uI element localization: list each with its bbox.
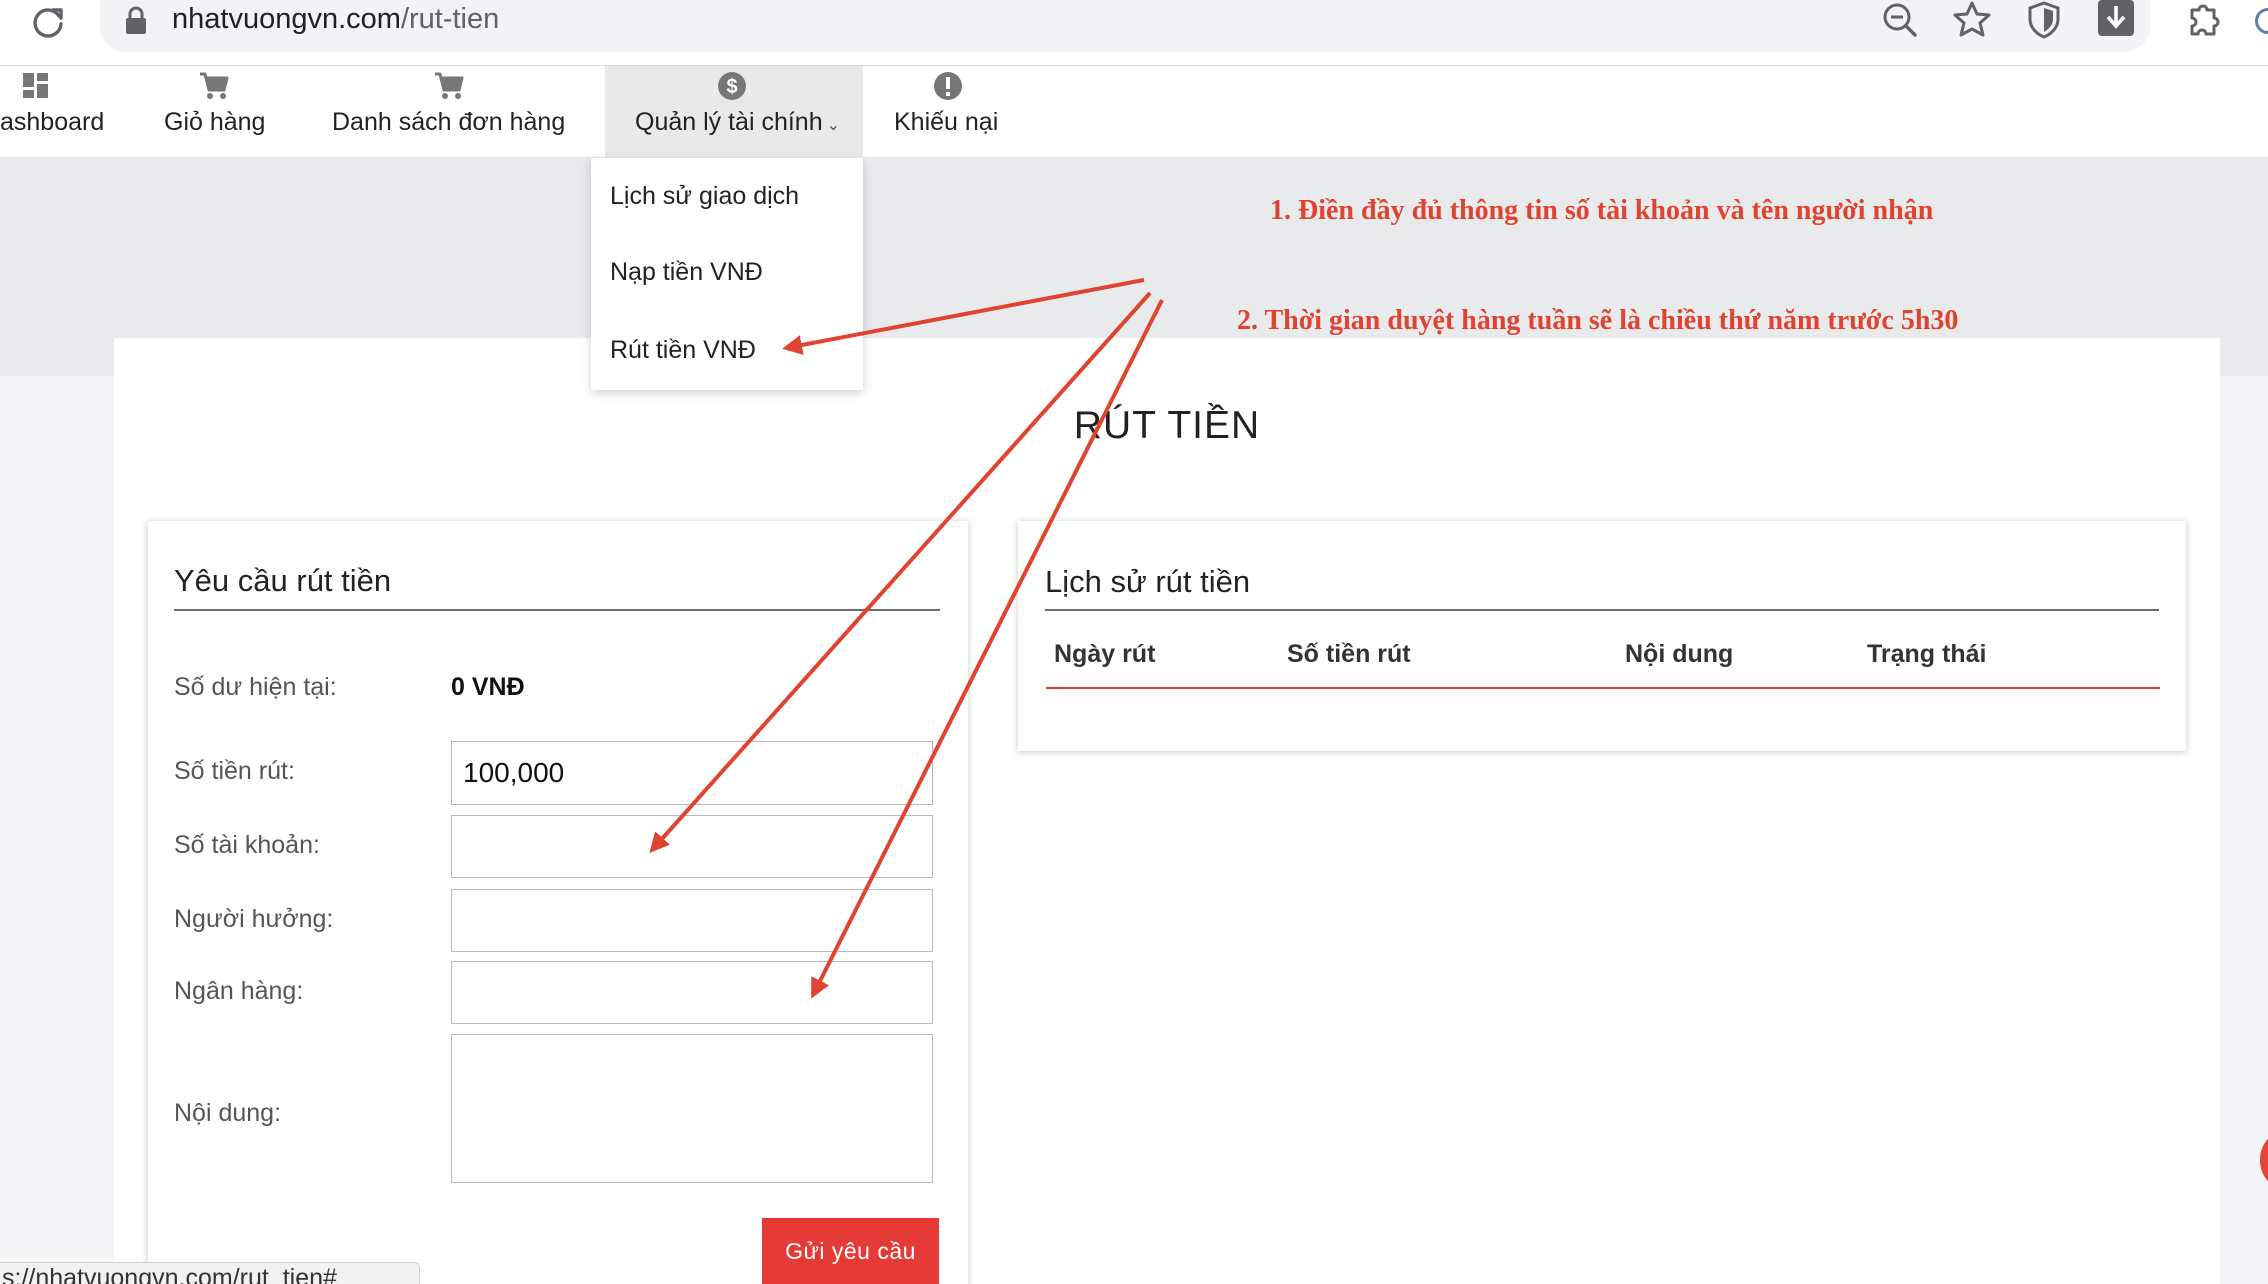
request-panel-title: Yêu cầu rút tiền: [174, 563, 392, 598]
nav-label: Danh sách đơn hàng: [332, 108, 566, 136]
finance-dropdown-menu: Lịch sử giao dịch Nạp tiền VNĐ Rút tiền …: [591, 158, 863, 390]
site-nav: ashboard Giỏ hàng Danh sách đơn hàng $ Q…: [0, 66, 2268, 158]
nav-item-orders[interactable]: Danh sách đơn hàng: [326, 66, 576, 158]
status-url: s://nhatvuongvn.com/rut_tien#: [2, 1264, 337, 1284]
cart-icon: [200, 72, 229, 99]
menu-item-deposit[interactable]: Nạp tiền VNĐ: [610, 258, 763, 287]
submit-request-button[interactable]: Gửi yêu cầu: [762, 1218, 939, 1284]
column-header-date: Ngày rút: [1054, 640, 1156, 668]
column-header-status: Trạng thái: [1867, 640, 1987, 668]
request-panel-divider: [174, 609, 940, 611]
dashboard-icon: [23, 73, 48, 98]
shield-icon[interactable]: [2024, 0, 2064, 40]
nav-label: Giỏ hàng: [164, 108, 266, 136]
chat-widget-button[interactable]: [2260, 1132, 2268, 1188]
menu-item-withdraw[interactable]: Rút tiền VNĐ: [610, 336, 756, 365]
nav-label: ashboard: [0, 108, 105, 136]
page-title: RÚT TIỀN: [1073, 404, 1261, 447]
download-icon[interactable]: [2096, 0, 2136, 40]
nav-item-dashboard[interactable]: ashboard: [0, 66, 120, 158]
cart-icon: [435, 72, 464, 99]
balance-label: Số dư hiện tại:: [174, 673, 337, 701]
status-bar: s://nhatvuongvn.com/rut_tien#: [0, 1262, 420, 1284]
content-label: Nội dung:: [174, 1099, 282, 1127]
account-number-input[interactable]: [451, 815, 933, 878]
zoom-out-icon[interactable]: [1880, 0, 1920, 40]
amount-label: Số tiền rút:: [174, 757, 295, 785]
annotation-note-2: 2. Thời gian duyệt hàng tuần sẽ là chiều…: [1237, 305, 1959, 336]
column-header-amount: Số tiền rút: [1287, 640, 1411, 668]
nav-label: Quản lý tài chính ⌄: [635, 108, 841, 136]
balance-value: 0 VNĐ: [451, 673, 525, 701]
nav-item-cart[interactable]: Giỏ hàng: [150, 66, 280, 158]
reload-icon[interactable]: [28, 2, 68, 42]
history-panel-title: Lịch sử rút tiền: [1045, 564, 1251, 599]
withdraw-history-panel: [1018, 521, 2186, 751]
nav-label: Khiếu nại: [894, 108, 999, 136]
nav-item-finance[interactable]: $ Quản lý tài chính ⌄: [605, 66, 863, 158]
account-number-label: Số tài khoản:: [174, 831, 320, 859]
bank-label: Ngân hàng:: [174, 977, 304, 1005]
profile-avatar[interactable]: [2255, 8, 2268, 34]
browser-toolbar: nhatvuongvn.com/rut-tien: [0, 0, 2268, 66]
nav-item-complaints[interactable]: Khiếu nại: [880, 66, 1020, 158]
lock-icon[interactable]: [124, 6, 148, 36]
content-textarea[interactable]: [451, 1034, 933, 1183]
history-panel-divider: [1045, 609, 2159, 611]
menu-item-transaction-history[interactable]: Lịch sử giao dịch: [610, 182, 799, 211]
alert-icon: [934, 72, 962, 100]
dollar-icon: $: [718, 72, 746, 100]
history-header-underline: [1046, 687, 2160, 689]
bank-input[interactable]: [451, 961, 933, 1024]
extensions-icon[interactable]: [2184, 0, 2224, 40]
chevron-down-icon: ⌄: [826, 117, 841, 134]
star-icon[interactable]: [1952, 0, 1992, 40]
svg-text:$: $: [726, 76, 737, 98]
amount-input[interactable]: [451, 741, 933, 805]
url-text[interactable]: nhatvuongvn.com/rut-tien: [172, 0, 499, 38]
beneficiary-label: Người hưởng:: [174, 905, 334, 933]
column-header-content: Nội dung: [1625, 640, 1734, 668]
annotation-note-1: 1. Điền đầy đủ thông tin số tài khoản và…: [1270, 195, 1934, 226]
beneficiary-input[interactable]: [451, 889, 933, 952]
